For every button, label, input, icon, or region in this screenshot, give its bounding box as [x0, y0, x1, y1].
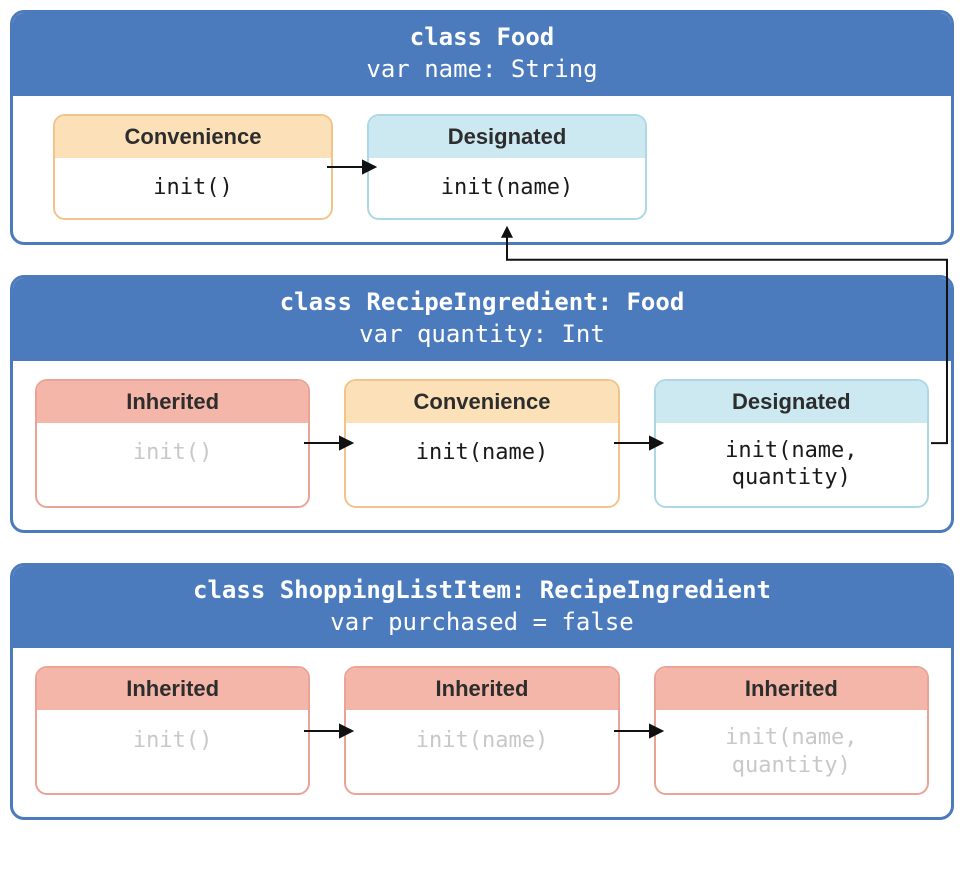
- class-box-food: class Food var name: String Convenience …: [10, 10, 954, 245]
- init-kind-label: Inherited: [346, 668, 617, 710]
- class-declaration: class ShoppingListItem: RecipeIngredient: [13, 574, 951, 606]
- init-kind-label: Inherited: [656, 668, 927, 710]
- class-box-shopping-list-item: class ShoppingListItem: RecipeIngredient…: [10, 563, 954, 821]
- class-box-recipe-ingredient: class RecipeIngredient: Food var quantit…: [10, 275, 954, 533]
- delegation-arrow: [310, 666, 344, 795]
- init-signature: init(name): [369, 158, 645, 218]
- init-kind-label: Convenience: [55, 116, 331, 158]
- init-signature: init(name, quantity): [656, 710, 927, 793]
- init-box-designated: Designated init(name, quantity): [654, 379, 929, 508]
- init-kind-label: Designated: [369, 116, 645, 158]
- init-signature: init(name): [346, 710, 617, 770]
- init-signature: init(): [55, 158, 331, 218]
- delegation-arrow: [333, 114, 367, 220]
- init-box-inherited: Inherited init(): [35, 666, 310, 795]
- delegation-arrow: [620, 379, 654, 508]
- init-signature: init(name): [346, 423, 617, 483]
- init-kind-label: Designated: [656, 381, 927, 423]
- class-header: class ShoppingListItem: RecipeIngredient…: [13, 566, 951, 649]
- init-kind-label: Inherited: [37, 668, 308, 710]
- class-property: var name: String: [13, 53, 951, 85]
- init-kind-label: Convenience: [346, 381, 617, 423]
- init-box-designated: Designated init(name): [367, 114, 647, 220]
- init-signature: init(): [37, 710, 308, 770]
- class-body: Convenience init() Designated init(name): [13, 96, 951, 242]
- init-signature: init(name, quantity): [656, 423, 927, 506]
- diagram-root: class Food var name: String Convenience …: [10, 10, 954, 820]
- delegation-arrow: [620, 666, 654, 795]
- delegation-arrow: [310, 379, 344, 508]
- init-box-convenience: Convenience init(name): [344, 379, 619, 508]
- init-signature: init(): [37, 423, 308, 483]
- init-box-inherited: Inherited init(): [35, 379, 310, 508]
- class-body: Inherited init() Inherited init(name) In…: [13, 648, 951, 817]
- init-kind-label: Inherited: [37, 381, 308, 423]
- class-property: var purchased = false: [13, 606, 951, 638]
- class-declaration: class Food: [13, 21, 951, 53]
- init-box-inherited: Inherited init(name, quantity): [654, 666, 929, 795]
- class-header: class RecipeIngredient: Food var quantit…: [13, 278, 951, 361]
- init-box-convenience: Convenience init(): [53, 114, 333, 220]
- init-box-inherited: Inherited init(name): [344, 666, 619, 795]
- class-body: Inherited init() Convenience init(name) …: [13, 361, 951, 530]
- class-declaration: class RecipeIngredient: Food: [13, 286, 951, 318]
- class-property: var quantity: Int: [13, 318, 951, 350]
- class-header: class Food var name: String: [13, 13, 951, 96]
